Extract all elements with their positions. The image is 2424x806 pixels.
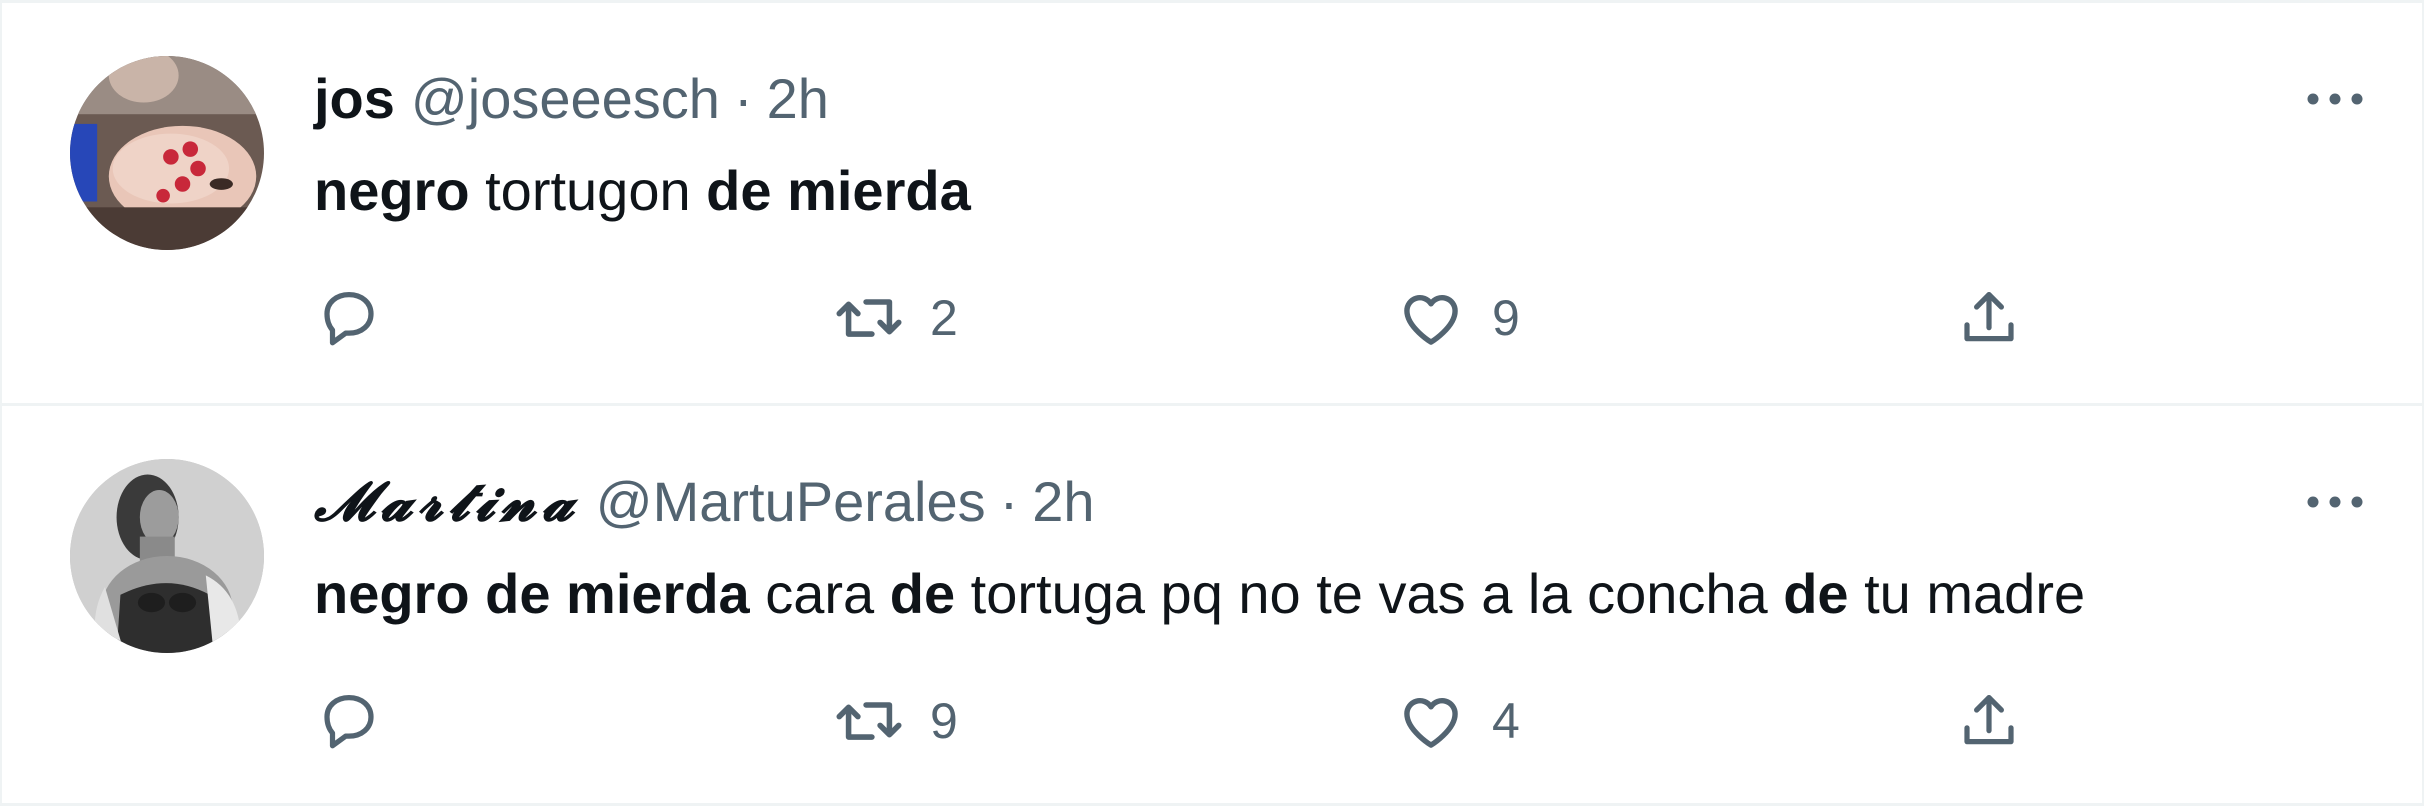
retweet-count: 9 (930, 693, 958, 749)
display-name[interactable]: 𝓜𝓪𝓻𝓽𝓲𝓷𝓪 (314, 469, 580, 534)
display-name[interactable]: jos (314, 66, 395, 131)
retweet-count: 2 (930, 290, 958, 346)
tweet-text-segment: de (1783, 562, 1849, 625)
more-icon[interactable] (2300, 470, 2370, 534)
avatar[interactable] (70, 56, 264, 250)
tweet-text: negro tortugon de mierda (314, 155, 971, 227)
tweet[interactable]: jos @joseeesch · 2h negro tortugon de mi… (2, 0, 2422, 403)
like-button[interactable]: 4 (1396, 681, 1520, 761)
share-button[interactable] (1954, 681, 2024, 761)
tweet[interactable]: 𝓜𝓪𝓻𝓽𝓲𝓷𝓪 @MartuPerales · 2h negro de mier… (2, 403, 2422, 806)
tweet-text-segment: negro (314, 159, 470, 222)
heart-icon (1396, 283, 1466, 353)
share-icon (1954, 283, 2024, 353)
heart-icon (1396, 686, 1466, 756)
separator-dot: · (733, 66, 753, 130)
user-handle[interactable]: @MartuPerales (596, 469, 986, 534)
user-handle[interactable]: @joseeesch (411, 66, 720, 131)
tweet-header: jos @joseeesch · 2h (314, 63, 829, 133)
reply-button[interactable] (314, 278, 410, 358)
tweet-text-segment: tortugon (469, 159, 707, 222)
separator-dot: · (999, 469, 1019, 533)
tweet-text-segment: de (889, 562, 956, 625)
retweet-icon (834, 686, 904, 756)
tweet-text-segment: tu madre (1848, 562, 2086, 625)
like-button[interactable]: 9 (1396, 278, 1520, 358)
like-count: 4 (1492, 693, 1520, 749)
tweet-header: 𝓜𝓪𝓻𝓽𝓲𝓷𝓪 @MartuPerales · 2h (314, 466, 1095, 536)
retweet-icon (834, 283, 904, 353)
tweet-text-segment: negro de mierda (314, 562, 750, 625)
tweet-text-segment: tortuga pq no te vas a la concha (955, 562, 1784, 625)
retweet-button[interactable]: 9 (834, 681, 958, 761)
more-icon[interactable] (2300, 67, 2370, 131)
tweet-text-segment: cara (749, 562, 890, 625)
reply-icon (314, 283, 384, 353)
tweet-actions: 2 9 (314, 278, 2054, 358)
tweet-feed: jos @joseeesch · 2h negro tortugon de mi… (0, 0, 2424, 806)
share-icon (1954, 686, 2024, 756)
reply-button[interactable] (314, 681, 410, 761)
timestamp[interactable]: 2h (1032, 469, 1094, 534)
like-count: 9 (1492, 290, 1520, 346)
retweet-button[interactable]: 2 (834, 278, 958, 358)
tweet-text-segment: de mierda (706, 159, 971, 222)
avatar-image (70, 459, 264, 653)
tweet-actions: 9 4 (314, 681, 2054, 761)
share-button[interactable] (1954, 278, 2024, 358)
tweet-text: negro de mierda cara de tortuga pq no te… (314, 558, 2085, 630)
reply-icon (314, 686, 384, 756)
avatar[interactable] (70, 459, 264, 653)
timestamp[interactable]: 2h (767, 66, 829, 131)
avatar-image (70, 56, 264, 250)
